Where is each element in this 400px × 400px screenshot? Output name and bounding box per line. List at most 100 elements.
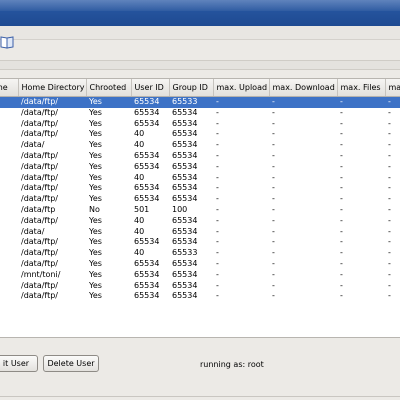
cell-max: - [388,161,391,171]
cell-max: - [388,291,391,301]
cell-max-upload: - [216,215,219,225]
cell-home-directory: /data/ftp/ [21,172,58,182]
cell-home-directory: /data/ftp/ [21,194,58,204]
cell-home-directory: /data/ftp/ [18,96,86,108]
cell-max-files: - [340,215,343,225]
cell-max-files: - [340,237,343,247]
cell-name [0,151,18,162]
table-row[interactable]: /data/ftp/Yes 65534 65534 - - - - [0,194,400,205]
cell-home-directory: /data/ftp [21,204,56,214]
cell-group-id: 65534 [172,183,198,193]
table-row[interactable]: /data/ftp/Yes 65534 65534 - - - - [0,259,400,270]
cell-max-files: - [337,96,385,108]
table-row[interactable]: /data/ftp No 501 100 - - - - [0,205,400,216]
cell-group-id: 65534 [172,269,198,279]
cell-user-id: 65534 [131,96,169,108]
table-row[interactable]: /data/Yes 40 65534 - - - - [0,140,400,151]
cell-max: - [388,215,391,225]
cell-chrooted: Yes [89,237,102,247]
cell-group-id: 65534 [172,129,198,139]
cell-max-download: - [272,280,275,290]
cell-name [0,259,18,270]
cell-name [0,227,18,238]
table-row[interactable]: /data/ftp/Yes 65534 65534 - - - - [0,162,400,173]
cell-max-download: - [272,226,275,236]
cell-max: - [388,172,391,182]
cell-max-download: - [272,118,275,128]
cell-max: - [388,269,391,279]
cell-group-id: 65534 [172,226,198,236]
table-row[interactable]: /mnt/toni/Yes 65534 65534 - - - - [0,270,400,281]
table-row[interactable]: /data/ftp/Yes 65534 65533- - - - [0,96,400,108]
cell-max: - [388,204,391,214]
table-row[interactable]: /data/ftp/Yes 65534 65534 - - - - [0,183,400,194]
cell-max-upload: - [216,194,219,204]
cell-max-files: - [340,258,343,268]
table-row[interactable]: /data/ftp/Yes 65534 65534 - - - - [0,291,400,302]
cell-max-download: - [272,204,275,214]
cell-max: - [388,107,391,117]
table-row[interactable]: /data/ftp/Yes 65534 65534 - - - - [0,151,400,162]
cell-max-download: - [269,96,337,108]
cell-max-files: - [340,107,343,117]
cell-home-directory: /data/ [21,140,45,150]
ftp-users-table[interactable]: meHome DirectoryChrootedUser IDGroup IDm… [0,78,400,338]
table-row[interactable]: /data/ftp/Yes 40 65534 - - - - [0,173,400,184]
cell-group-id: 65534 [172,150,198,160]
cell-chrooted: Yes [89,280,102,290]
table-row[interactable]: /data/ftp/Yes 65534 65534 - - - - [0,108,400,119]
cell-user-id: 65534 [134,118,160,128]
cell-user-id: 501 [134,204,150,214]
cell-max: - [388,118,391,128]
cell-max-upload: - [216,226,219,236]
cell-group-id: 65534 [172,140,198,150]
cell-user-id: 65534 [134,258,160,268]
table-body[interactable]: /data/ftp/Yes 65534 65533- - - -/data/ftp/Yes… [0,96,400,303]
table-row[interactable]: /data/ftp/Yes 40 65534 - - - - [0,216,400,227]
cell-max-upload: - [216,280,219,290]
cell-max-files: - [340,161,343,171]
col-user-id-header[interactable]: User ID [131,79,170,97]
cell-max-files: - [340,226,343,236]
delete-user-button[interactable]: Delete User [43,355,99,372]
table-row[interactable]: /data/ftp/Yes 40 65534 - - - - [0,129,400,140]
table-row[interactable]: /data/ftp/Yes 65534 65534 - - - - [0,281,400,292]
edit-user-button[interactable]: it User [0,355,38,372]
cell-max-upload: - [216,129,219,139]
cell-max-download: - [272,258,275,268]
window-titlebar[interactable] [0,0,400,26]
col-home-directory-header[interactable]: Home Directory [18,79,87,97]
cell-home-directory: /data/ftp/ [21,291,58,301]
cell-user-id: 40 [134,215,145,225]
col-max-files-header[interactable]: max. Files [337,79,386,97]
cell-name [0,140,18,151]
cell-name [0,108,18,119]
col-chrooted-header[interactable]: Chrooted [86,79,132,97]
table-row[interactable]: /data/ftp/Yes 65534 65534 - - - - [0,237,400,248]
col-name-header[interactable]: me [0,79,19,97]
users-table[interactable]: meHome DirectoryChrootedUser IDGroup IDm… [0,79,400,302]
cell-max-files: - [340,280,343,290]
col-max-header[interactable]: max [385,79,400,97]
cell-user-id: 65534 [134,150,160,160]
col-max-upload-header[interactable]: max. Upload [213,79,270,97]
col-group-id-header[interactable]: Group ID [169,79,214,97]
cell-max-download: - [272,107,275,117]
cell-name [0,162,18,173]
menu-bar [0,26,400,40]
table-row[interactable]: /data/ftp/Yes 65534 65534 - - - - [0,119,400,130]
col-max-download-header[interactable]: max. Download [269,79,338,97]
cell-chrooted: Yes [86,96,131,108]
cell-user-id: 65534 [134,107,160,117]
cell-name [0,183,18,194]
cell-group-id: 65534 [172,258,198,268]
cell-max-upload: - [216,107,219,117]
table-row[interactable]: /data/Yes 40 65534 - - - - [0,227,400,238]
cell-group-id: 65534 [172,107,198,117]
cell-max-files: - [340,291,343,301]
book-icon[interactable] [0,35,16,49]
cell-name [0,291,18,302]
cell-max: - [388,194,391,204]
table-row[interactable]: /data/ftp/Yes 40 65533 - - - - [0,248,400,259]
cell-max-upload: - [216,269,219,279]
